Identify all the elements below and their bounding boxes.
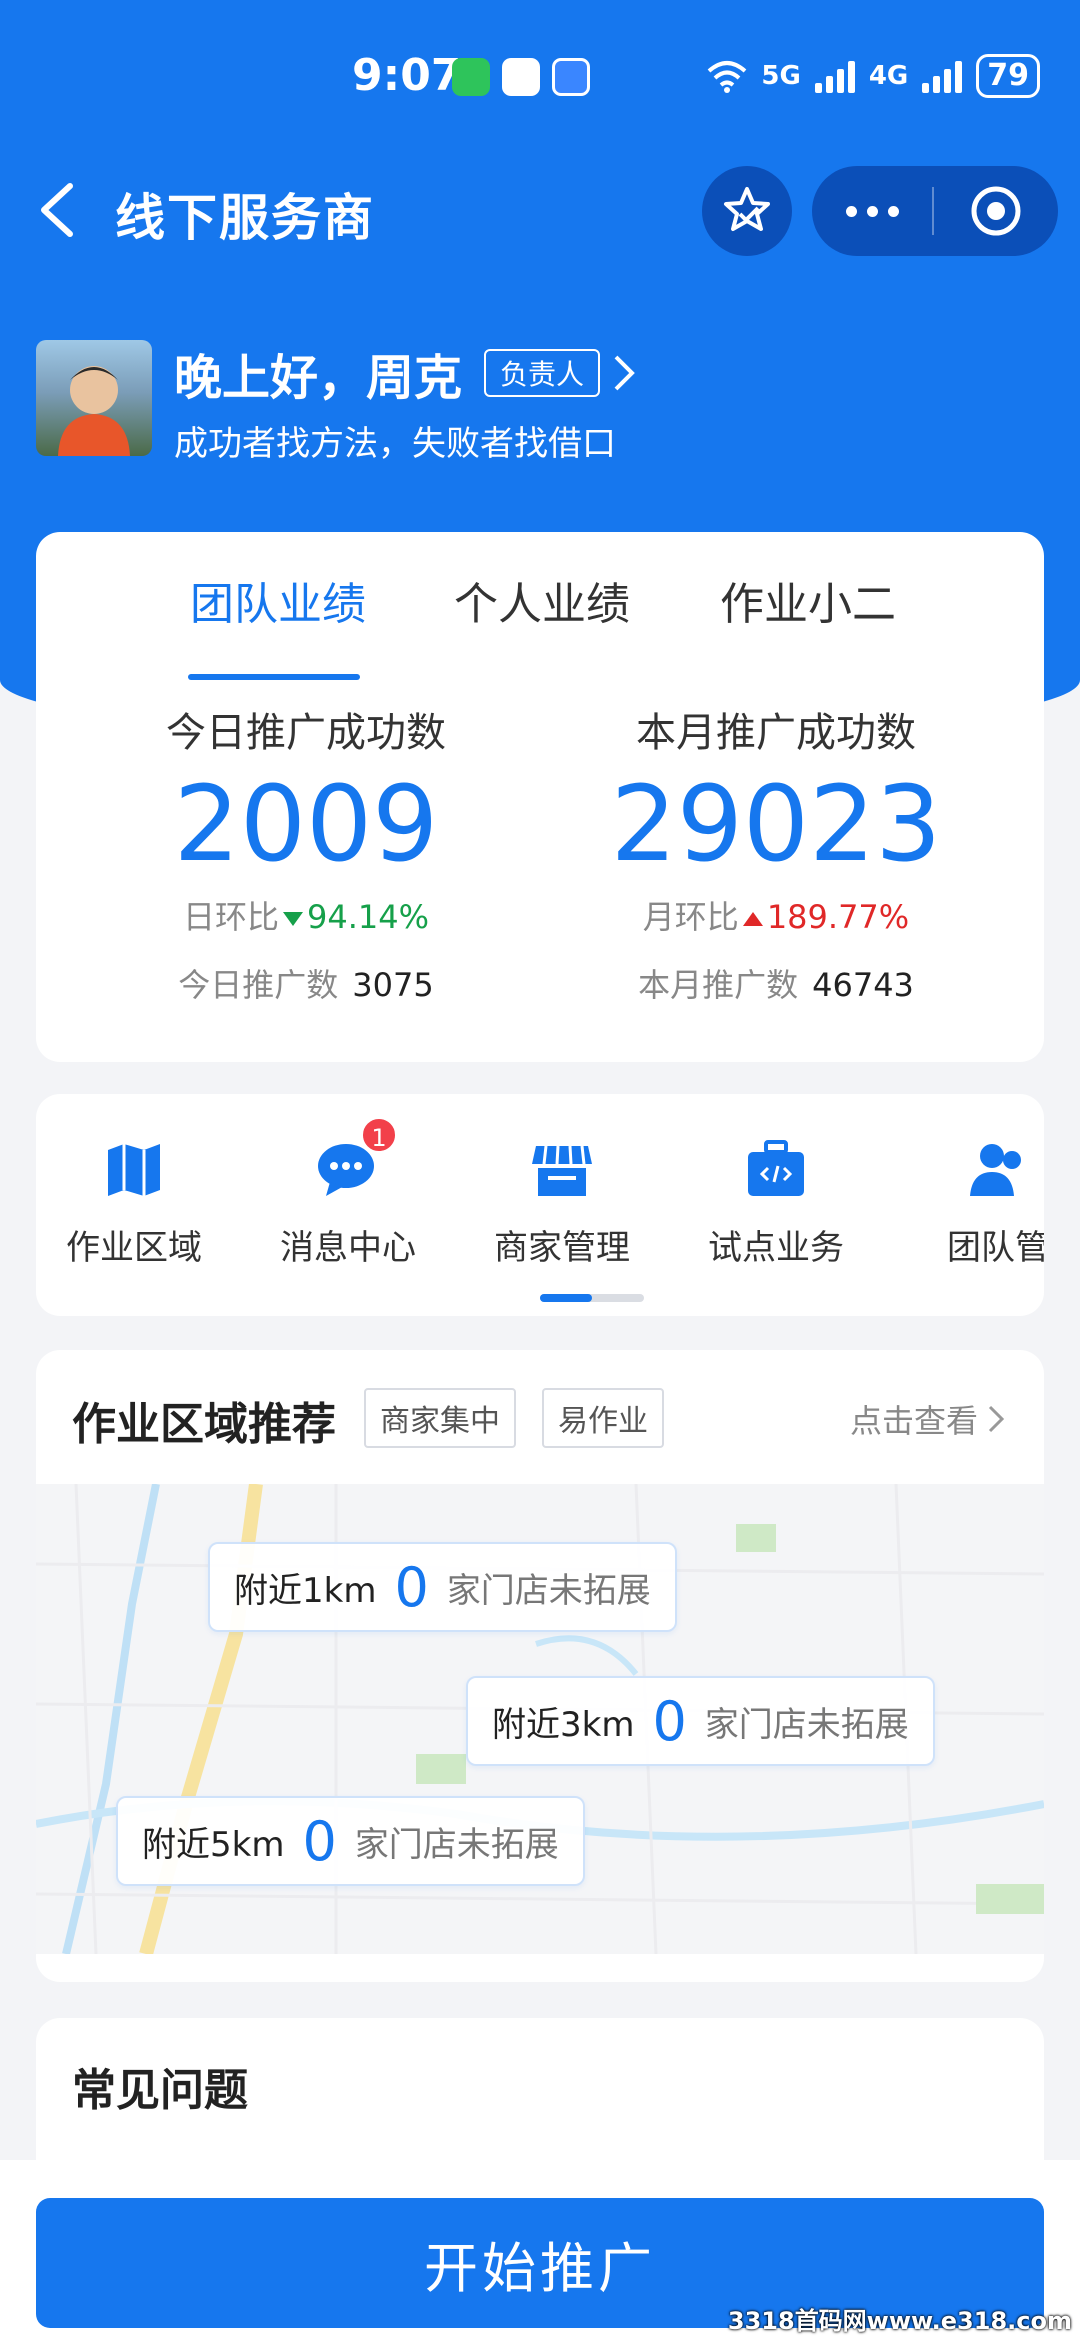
section-title: 作业区域推荐	[72, 1399, 336, 1450]
network-4g-label: 4G	[868, 61, 909, 91]
menu-label: 试点业务	[708, 1228, 844, 1268]
today-success-count: 2009	[173, 763, 439, 885]
today-ratio-value: 94.14%	[307, 898, 430, 936]
page-title: 线下服务商	[115, 189, 375, 247]
faq-title: 常见问题	[72, 2065, 248, 2116]
job-app-icon	[502, 58, 540, 96]
menu-label: 消息中心	[280, 1228, 416, 1268]
menu-scroll-indicator	[540, 1294, 644, 1302]
menu-label: 团队管	[947, 1228, 1044, 1268]
month-ratio: 月环比 189.77%	[536, 892, 1016, 938]
trend-up-icon	[742, 912, 763, 926]
star-check-icon	[724, 187, 770, 231]
month-success-count: 29023	[610, 763, 942, 885]
battery-indicator: 79	[976, 54, 1040, 98]
tag-merchant-concentrated: 商家集中	[364, 1388, 516, 1448]
pill-count: 0	[652, 1689, 687, 1753]
today-stats: 今日推广成功数 2009 日环比 94.14% 今日推广数 3075	[66, 700, 546, 1006]
avatar-photo	[58, 366, 130, 456]
status-time: 9:07	[352, 50, 462, 101]
tag-easy-work: 易作业	[542, 1388, 664, 1448]
area-map[interactable]: 附近1km 0 家门店未拓展 附近3km 0 家门店未拓展 附近5km 0 家门…	[36, 1483, 1044, 1956]
wifi-icon	[708, 61, 747, 93]
nav-bar: 线下服务商	[0, 150, 1080, 270]
pill-count: 0	[302, 1809, 337, 1873]
chevron-right-icon	[614, 355, 635, 391]
month-ratio-label: 月环比	[642, 898, 739, 936]
month-ratio-value: 189.77%	[766, 898, 910, 936]
network-5g-label: 5G	[761, 61, 801, 91]
avatar[interactable]	[36, 340, 152, 456]
today-total-label: 今日推广数	[178, 966, 339, 1004]
view-more-label: 点击查看	[849, 1402, 978, 1440]
menu-item-work-area[interactable]: 作业区域	[36, 1138, 234, 1269]
today-title: 今日推广成功数	[166, 710, 446, 756]
back-arrow-icon[interactable]	[34, 180, 84, 240]
tab-personal-performance[interactable]: 个人业绩	[454, 568, 630, 632]
favorite-button[interactable]	[702, 166, 792, 256]
bulb-icon	[552, 58, 590, 96]
bottom-bar: 开始推广 3318首码网www.e318.com	[0, 2160, 1080, 2340]
nearby-5km-pill[interactable]: 附近5km 0 家门店未拓展	[116, 1796, 585, 1886]
menu-item-merchant-management[interactable]: 商家管理	[462, 1138, 662, 1269]
miniapp-capsule	[812, 166, 1058, 256]
menu-label: 商家管理	[494, 1228, 630, 1268]
pill-description: 家门店未拓展	[354, 1824, 559, 1865]
menu-item-pilot-business[interactable]: 试点业务	[676, 1138, 876, 1269]
trend-down-icon	[283, 912, 303, 926]
pill-distance: 附近3km	[492, 1704, 635, 1745]
pill-description: 家门店未拓展	[446, 1570, 651, 1611]
chat-bubble-icon: 1	[316, 1116, 398, 1202]
month-total: 本月推广数 46743	[536, 960, 1016, 1006]
code-briefcase-icon	[744, 1138, 808, 1202]
more-dot-icon	[845, 205, 857, 217]
month-stats: 本月推广成功数 29023 月环比 189.77% 本月推广数 46743	[536, 700, 1016, 1006]
team-icon	[966, 1138, 1030, 1202]
month-title: 本月推广成功数	[636, 710, 916, 756]
today-ratio-label: 日环比	[182, 898, 279, 936]
greeting-text: 晚上好，周克	[174, 350, 463, 406]
watermark: 3318首码网www.e318.com	[727, 2307, 1072, 2335]
nearby-3km-pill[interactable]: 附近3km 0 家门店未拓展	[466, 1676, 935, 1766]
performance-card: 团队业绩 个人业绩 作业小二 今日推广成功数 2009 日环比 94.14% 今日…	[36, 532, 1044, 1062]
tab-operator[interactable]: 作业小二	[720, 568, 896, 632]
menu-item-message-center[interactable]: 1 消息中心	[248, 1116, 448, 1269]
pill-count: 0	[394, 1555, 429, 1619]
role-badge: 负责人	[484, 349, 601, 397]
tab-team-performance[interactable]: 团队业绩	[190, 568, 366, 632]
status-bar: 9:07 5G 4G 79	[0, 40, 1080, 120]
signal-icon	[922, 59, 963, 93]
today-total: 今日推广数 3075	[66, 960, 546, 1006]
month-total-label: 本月推广数	[638, 966, 799, 1004]
active-tab-indicator	[188, 674, 360, 680]
today-total-value: 3075	[352, 966, 434, 1004]
greeting-row[interactable]: 晚上好，周克 负责人	[174, 338, 638, 408]
target-close-icon	[971, 186, 1021, 236]
pill-distance: 附近1km	[234, 1570, 377, 1611]
nearby-1km-pill[interactable]: 附近1km 0 家门店未拓展	[208, 1542, 677, 1632]
motto-text: 成功者找方法，失败者找借口	[174, 424, 616, 464]
pill-distance: 附近5km	[142, 1824, 285, 1865]
close-miniapp-button[interactable]	[934, 166, 1058, 256]
more-dot-icon	[887, 205, 899, 217]
view-more-link[interactable]: 点击查看	[850, 1396, 1006, 1442]
pill-description: 家门店未拓展	[704, 1704, 909, 1745]
more-button[interactable]	[812, 166, 932, 256]
quick-menu: 作业区域 1 消息中心 商家管理 试点业务 团队管	[36, 1094, 1044, 1316]
map-book-icon	[102, 1138, 166, 1202]
shop-icon	[530, 1138, 594, 1202]
unread-badge: 1	[360, 1116, 398, 1154]
work-area-recommend-card: 作业区域推荐 商家集中 易作业 点击查看 附近1km 0 家门店未拓展 附近3k…	[36, 1350, 1044, 1982]
menu-item-team-management[interactable]: 团队管	[898, 1138, 1044, 1269]
menu-label: 作业区域	[66, 1228, 202, 1268]
signal-icon	[814, 59, 855, 93]
today-ratio: 日环比 94.14%	[66, 892, 546, 938]
chevron-right-icon	[988, 1405, 1005, 1433]
month-total-value: 46743	[812, 966, 914, 1004]
more-dot-icon	[866, 205, 878, 217]
wechat-icon	[452, 58, 490, 96]
